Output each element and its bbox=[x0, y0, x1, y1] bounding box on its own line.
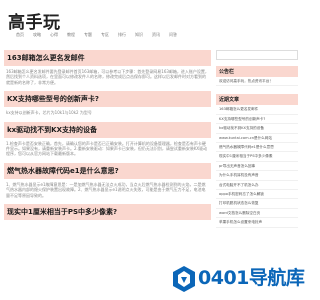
article-card: KX支持哪些型号的创新声卡? kx支持以创新声卡，芯片为10k1与10k2 为型… bbox=[4, 91, 211, 115]
article-title[interactable]: 燃气热水器故障代码e1是什么意思? bbox=[4, 162, 211, 179]
recent-post-link[interactable]: 燃气热水器故障代码e1是什么意思 bbox=[216, 143, 298, 153]
article-title[interactable]: KX支持哪些型号的创新声卡? bbox=[4, 91, 211, 108]
recent-posts-widget: 近期文章 163邮箱怎么更名发邮件 KX支持哪些型号的创新声卡? kx驱动找不到… bbox=[216, 94, 298, 228]
nav-item-qa[interactable]: 问答 bbox=[169, 32, 177, 38]
article-excerpt: kx支持以创新声卡，芯片为10k1与10k2 为型号 bbox=[6, 110, 92, 116]
nav-item-knowledge[interactable]: 知识 bbox=[135, 32, 143, 38]
recent-post-link[interactable]: kx驱动找不到KX支持的设备 bbox=[216, 124, 298, 134]
widget-title: 公告栏 bbox=[216, 66, 298, 77]
watermark-logo: 0401导航库 bbox=[170, 262, 305, 300]
article-card: 163邮箱怎么更名发邮件 163邮箱怎么更名发邮件要先登录邮件首页163邮箱，可… bbox=[4, 50, 211, 85]
recent-post-link[interactable]: 打印机脱机状态怎么恢复 bbox=[216, 199, 298, 209]
recent-post-link[interactable]: 台式电脑开不了机怎么办 bbox=[216, 181, 298, 191]
article-card: 现实中1厘米相当于PS中多少像素? bbox=[4, 204, 211, 221]
recent-post-link[interactable]: 现实中1厘米相当于PS中多少像素 bbox=[216, 152, 298, 162]
article-excerpt: 1、燃气热水器显示e1故障意思是：一是加燃气热水器无法点火成功，当点火后燃气热水… bbox=[6, 181, 206, 198]
watermark-text: 0401导航库 bbox=[198, 267, 305, 289]
nav-item-guide[interactable]: 攻略 bbox=[33, 32, 41, 38]
nav-item-home[interactable]: 首页 bbox=[16, 32, 24, 38]
nav-item-ranking[interactable]: 排行 bbox=[118, 32, 126, 38]
recent-post-link[interactable]: word文档怎么删除空白页 bbox=[216, 209, 298, 219]
article-title[interactable]: kx驱动找不到KX支持的设备 bbox=[4, 121, 211, 138]
navigation-logo-icon bbox=[173, 266, 195, 292]
article-excerpt: 163邮箱怎么更名发邮件要先登录邮件首页163邮箱，可以参考以下步骤：首先登录网… bbox=[6, 69, 209, 85]
article-card: 燃气热水器故障代码e1是什么意思? 1、燃气热水器显示e1故障意思是：一是加燃气… bbox=[4, 162, 211, 198]
site-title[interactable]: 高手玩 bbox=[8, 8, 61, 33]
nav-item-topics[interactable]: 专题 bbox=[84, 32, 92, 38]
recent-post-link[interactable]: www.kuntai.com.cn是什么网站 bbox=[216, 134, 298, 144]
recent-post-link[interactable]: pr导出无声音怎么回事 bbox=[216, 162, 298, 172]
main-nav: 首页 攻略 心得 教程 专题 专区 排行 知识 资讯 问答 bbox=[16, 32, 177, 38]
announcement-text: 欢迎访问高手玩，热点资讯平台！ bbox=[216, 77, 298, 87]
article-card: kx驱动找不到KX支持的设备 1.检查声卡是否安装正确，首先，请确认您的声卡是否… bbox=[4, 121, 211, 157]
recent-post-link[interactable]: 苹果手机怎么设置来电铃声 bbox=[216, 218, 298, 228]
recent-post-link[interactable]: KX支持哪些型号的创新声卡? bbox=[216, 115, 298, 125]
article-excerpt: 1.检查声卡是否安装正确，首先，请确认您的声卡是否已正确安装。打开计算机的设备管… bbox=[6, 140, 208, 157]
widget-title: 近期文章 bbox=[216, 94, 298, 106]
article-title[interactable]: 现实中1厘米相当于PS中多少像素? bbox=[4, 204, 211, 221]
recent-post-link[interactable]: oppo手机密码忘了怎么解锁 bbox=[216, 190, 298, 200]
nav-item-tutorial[interactable]: 教程 bbox=[67, 32, 75, 38]
nav-item-zone[interactable]: 专区 bbox=[101, 32, 109, 38]
nav-item-tips[interactable]: 心得 bbox=[50, 32, 58, 38]
recent-post-link[interactable]: 为什么手机耳机没有声音 bbox=[216, 171, 298, 181]
announcement-widget: 公告栏 欢迎访问高手玩，热点资讯平台！ bbox=[216, 66, 298, 87]
search-input[interactable] bbox=[216, 50, 298, 60]
nav-item-news[interactable]: 资讯 bbox=[152, 32, 160, 38]
article-title[interactable]: 163邮箱怎么更名发邮件 bbox=[4, 50, 211, 66]
recent-post-link[interactable]: 163邮箱怎么更名发邮件 bbox=[216, 105, 298, 115]
